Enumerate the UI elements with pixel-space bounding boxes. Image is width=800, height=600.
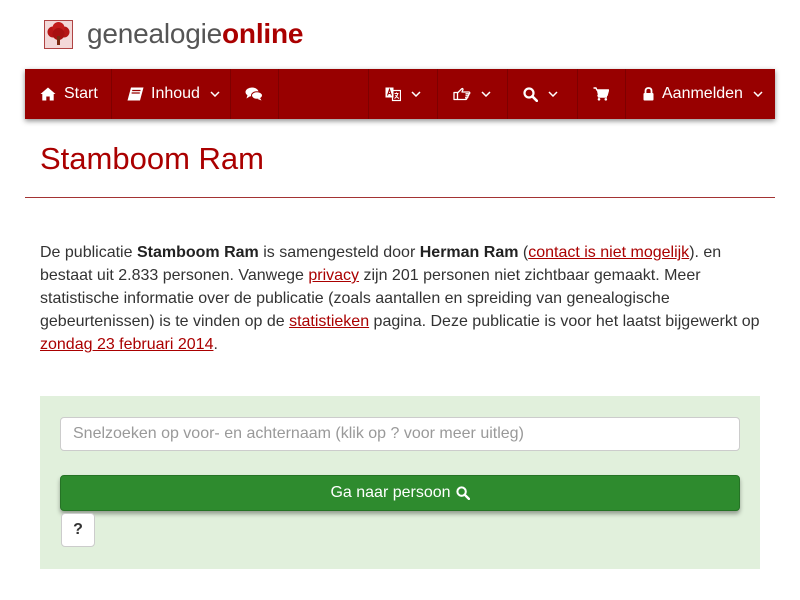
publication-name: Stamboom Ram — [136, 244, 259, 261]
brand-name-part1: genealogie — [87, 18, 223, 49]
chevron-down-icon — [481, 91, 491, 97]
brand[interactable]: genealogieonline — [44, 19, 303, 49]
title-divider — [25, 197, 775, 198]
quick-search-input[interactable] — [60, 417, 740, 451]
tree-logo-icon — [44, 19, 73, 49]
chevron-down-icon — [411, 91, 421, 97]
go-to-person-button[interactable]: Ga naar persoon — [60, 475, 740, 511]
search-icon — [455, 486, 470, 500]
brand-name-part2: online — [222, 18, 304, 49]
nav-shop[interactable] — [578, 69, 626, 119]
hand-pointer-icon — [453, 87, 471, 101]
shopping-cart-icon — [593, 87, 609, 101]
nav-language[interactable] — [368, 69, 438, 119]
intro-text: ( — [518, 244, 529, 261]
nav-search[interactable] — [508, 69, 578, 119]
brand-name: genealogieonline — [87, 19, 303, 49]
chevron-down-icon — [753, 91, 763, 97]
nav-forum[interactable] — [231, 69, 279, 119]
intro-text: is samengesteld door — [258, 244, 420, 261]
home-icon — [40, 87, 56, 101]
chevron-down-icon — [548, 91, 558, 97]
nav-share[interactable] — [438, 69, 508, 119]
contact-link[interactable]: contact is niet mogelijk — [528, 244, 689, 261]
comments-icon — [245, 87, 263, 101]
language-icon — [385, 87, 401, 102]
main-navbar: Start Inhoud Aanmelden — [25, 69, 775, 119]
nav-inhoud[interactable]: Inhoud — [112, 69, 231, 119]
publication-intro: De publicatie Stamboom Ram is samengeste… — [40, 241, 770, 356]
nav-login-label: Aanmelden — [662, 85, 743, 102]
statistics-link[interactable]: statistieken — [289, 313, 369, 330]
chevron-down-icon — [210, 91, 220, 97]
search-help-button[interactable]: ? — [61, 513, 95, 547]
nav-login[interactable]: Aanmelden — [626, 69, 775, 119]
quick-search-panel: Ga naar persoon ? — [40, 396, 760, 569]
author-name: Herman Ram — [419, 244, 519, 261]
lock-icon — [643, 87, 654, 101]
nav-start-label: Start — [64, 85, 98, 102]
book-icon — [127, 87, 144, 101]
page-title: Stamboom Ram — [40, 141, 264, 176]
go-to-person-label: Ga naar persoon — [330, 484, 451, 501]
intro-text: . — [213, 336, 218, 353]
privacy-link[interactable]: privacy — [308, 267, 359, 284]
intro-text: De publicatie — [40, 244, 137, 261]
nav-inhoud-label: Inhoud — [151, 85, 200, 102]
intro-text: pagina. Deze publicatie is voor het laat… — [369, 313, 760, 330]
search-icon — [523, 86, 538, 102]
last-updated-link[interactable]: zondag 23 februari 2014 — [40, 336, 213, 353]
nav-start[interactable]: Start — [25, 69, 112, 119]
